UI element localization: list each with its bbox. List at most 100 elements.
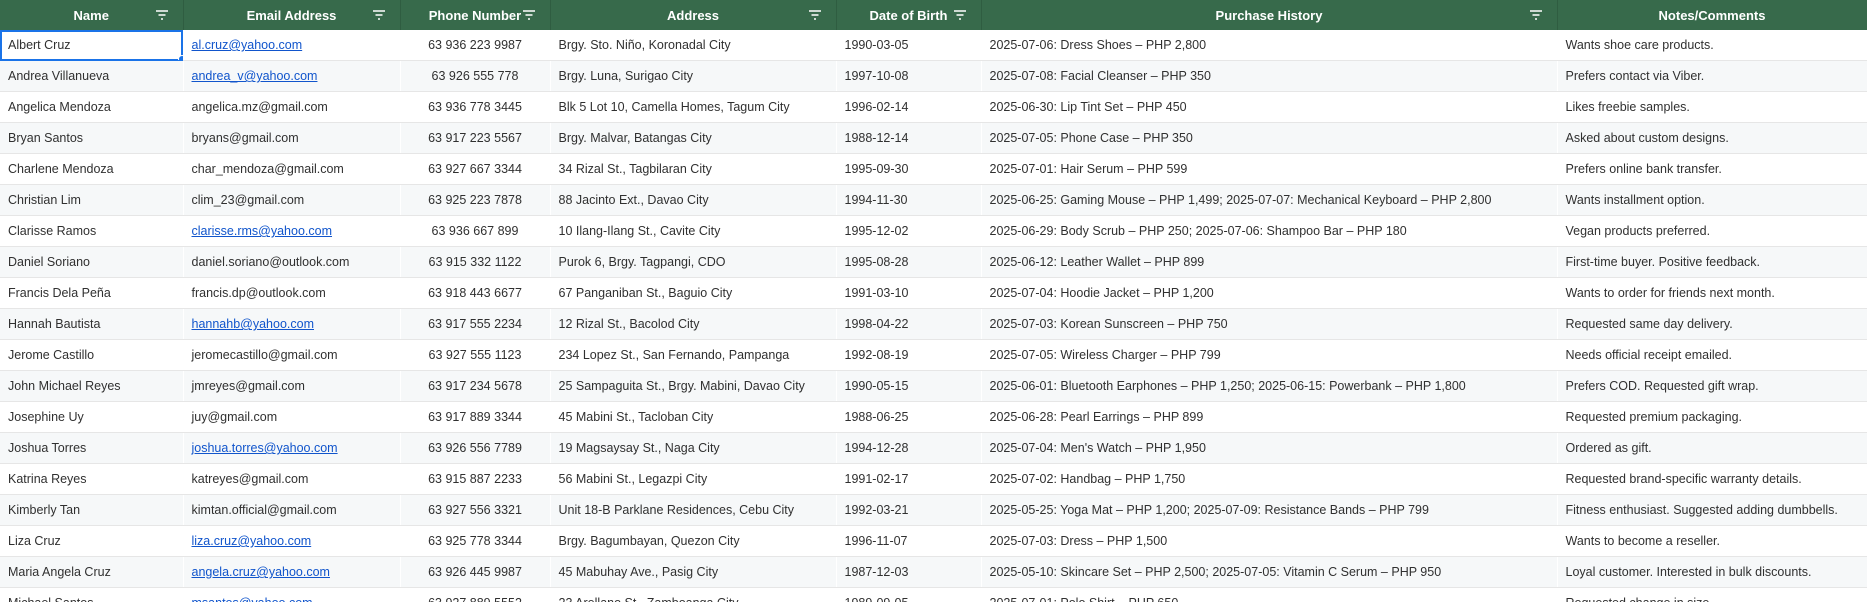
cell-notes[interactable]: Needs official receipt emailed. <box>1557 339 1867 371</box>
cell-name[interactable]: Michael Santos <box>0 587 183 602</box>
cell-name[interactable]: Clarisse Ramos <box>0 215 183 247</box>
cell-purchase-history[interactable]: 2025-05-25: Yoga Mat – PHP 1,200; 2025-0… <box>981 494 1557 526</box>
cell-name[interactable]: Andrea Villanueva <box>0 60 183 92</box>
cell-dob[interactable]: 1987-12-03 <box>836 556 981 588</box>
filter-icon[interactable] <box>522 10 536 20</box>
cell-name[interactable]: Liza Cruz <box>0 525 183 557</box>
cell-dob[interactable]: 1992-03-21 <box>836 494 981 526</box>
email-link[interactable]: clarisse.rms@yahoo.com <box>192 224 333 238</box>
cell-notes[interactable]: Requested premium packaging. <box>1557 401 1867 433</box>
cell-email[interactable]: angelica.mz@gmail.com <box>183 91 400 123</box>
cell-name[interactable]: John Michael Reyes <box>0 370 183 402</box>
cell-phone[interactable]: 63 927 889 5552 <box>400 587 550 602</box>
cell-phone[interactable]: 63 926 555 778 <box>400 60 550 92</box>
cell-phone[interactable]: 63 917 555 2234 <box>400 308 550 340</box>
cell-phone[interactable]: 63 936 667 899 <box>400 215 550 247</box>
cell-dob[interactable]: 1989-09-05 <box>836 587 981 602</box>
cell-address[interactable]: Brgy. Malvar, Batangas City <box>550 122 836 154</box>
column-header-address[interactable]: Address <box>550 0 837 30</box>
cell-dob[interactable]: 1990-03-05 <box>836 30 981 61</box>
cell-email[interactable]: juy@gmail.com <box>183 401 400 433</box>
cell-phone[interactable]: 63 927 555 1123 <box>400 339 550 371</box>
cell-dob[interactable]: 1996-02-14 <box>836 91 981 123</box>
filter-icon[interactable] <box>372 10 386 20</box>
filter-icon[interactable] <box>953 10 967 20</box>
cell-email[interactable]: kimtan.official@gmail.com <box>183 494 400 526</box>
cell-address[interactable]: 56 Mabini St., Legazpi City <box>550 463 836 495</box>
cell-dob[interactable]: 1994-12-28 <box>836 432 981 464</box>
cell-email[interactable]: liza.cruz@yahoo.com <box>183 525 400 557</box>
cell-notes[interactable]: Loyal customer. Interested in bulk disco… <box>1557 556 1867 588</box>
cell-address[interactable]: 12 Rizal St., Bacolod City <box>550 308 836 340</box>
cell-name[interactable]: Angelica Mendoza <box>0 91 183 123</box>
column-header-history[interactable]: Purchase History <box>981 0 1558 30</box>
cell-notes[interactable]: Vegan products preferred. <box>1557 215 1867 247</box>
cell-notes[interactable]: Ordered as gift. <box>1557 432 1867 464</box>
cell-address[interactable]: Brgy. Bagumbayan, Quezon City <box>550 525 836 557</box>
cell-dob[interactable]: 1991-02-17 <box>836 463 981 495</box>
cell-dob[interactable]: 1995-12-02 <box>836 215 981 247</box>
cell-notes[interactable]: Prefers contact via Viber. <box>1557 60 1867 92</box>
cell-email[interactable]: clim_23@gmail.com <box>183 184 400 216</box>
cell-purchase-history[interactable]: 2025-07-03: Dress – PHP 1,500 <box>981 525 1557 557</box>
cell-email[interactable]: francis.dp@outlook.com <box>183 277 400 309</box>
email-link[interactable]: liza.cruz@yahoo.com <box>192 534 312 548</box>
cell-purchase-history[interactable]: 2025-07-01: Polo Shirt – PHP 650 <box>981 587 1557 602</box>
cell-email[interactable]: msantos@yahoo.com <box>183 587 400 602</box>
cell-address[interactable]: 10 Ilang-Ilang St., Cavite City <box>550 215 836 247</box>
cell-purchase-history[interactable]: 2025-06-28: Pearl Earrings – PHP 899 <box>981 401 1557 433</box>
cell-phone[interactable]: 63 917 234 5678 <box>400 370 550 402</box>
cell-phone[interactable]: 63 927 667 3344 <box>400 153 550 185</box>
cell-address[interactable]: 23 Arellano St., Zamboanga City <box>550 587 836 602</box>
cell-purchase-history[interactable]: 2025-07-05: Phone Case – PHP 350 <box>981 122 1557 154</box>
cell-phone[interactable]: 63 915 332 1122 <box>400 246 550 278</box>
cell-purchase-history[interactable]: 2025-07-01: Hair Serum – PHP 599 <box>981 153 1557 185</box>
cell-email[interactable]: angela.cruz@yahoo.com <box>183 556 400 588</box>
cell-purchase-history[interactable]: 2025-06-30: Lip Tint Set – PHP 450 <box>981 91 1557 123</box>
cell-address[interactable]: 19 Magsaysay St., Naga City <box>550 432 836 464</box>
cell-address[interactable]: Purok 6, Brgy. Tagpangi, CDO <box>550 246 836 278</box>
cell-purchase-history[interactable]: 2025-07-06: Dress Shoes – PHP 2,800 <box>981 30 1557 61</box>
cell-notes[interactable]: Fitness enthusiast. Suggested adding dum… <box>1557 494 1867 526</box>
cell-email[interactable]: andrea_v@yahoo.com <box>183 60 400 92</box>
cell-name[interactable]: Daniel Soriano <box>0 246 183 278</box>
cell-notes[interactable]: Requested change in size. <box>1557 587 1867 602</box>
cell-name[interactable]: Albert Cruz <box>0 30 183 61</box>
cell-dob[interactable]: 1998-04-22 <box>836 308 981 340</box>
cell-email[interactable]: al.cruz@yahoo.com <box>183 30 400 61</box>
cell-phone[interactable]: 63 917 889 3344 <box>400 401 550 433</box>
cell-dob[interactable]: 1994-11-30 <box>836 184 981 216</box>
cell-name[interactable]: Katrina Reyes <box>0 463 183 495</box>
cell-notes[interactable]: Requested brand-specific warranty detail… <box>1557 463 1867 495</box>
cell-email[interactable]: jeromecastillo@gmail.com <box>183 339 400 371</box>
cell-purchase-history[interactable]: 2025-06-01: Bluetooth Earphones – PHP 1,… <box>981 370 1557 402</box>
cell-name[interactable]: Christian Lim <box>0 184 183 216</box>
cell-purchase-history[interactable]: 2025-07-02: Handbag – PHP 1,750 <box>981 463 1557 495</box>
cell-phone[interactable]: 63 926 445 9987 <box>400 556 550 588</box>
cell-name[interactable]: Joshua Torres <box>0 432 183 464</box>
cell-purchase-history[interactable]: 2025-07-04: Hoodie Jacket – PHP 1,200 <box>981 277 1557 309</box>
cell-phone[interactable]: 63 918 443 6677 <box>400 277 550 309</box>
cell-email[interactable]: bryans@gmail.com <box>183 122 400 154</box>
cell-dob[interactable]: 1992-08-19 <box>836 339 981 371</box>
filter-icon[interactable] <box>808 10 822 20</box>
cell-email[interactable]: hannahb@yahoo.com <box>183 308 400 340</box>
cell-notes[interactable]: Likes freebie samples. <box>1557 91 1867 123</box>
cell-address[interactable]: 25 Sampaguita St., Brgy. Mabini, Davao C… <box>550 370 836 402</box>
cell-name[interactable]: Charlene Mendoza <box>0 153 183 185</box>
cell-phone[interactable]: 63 936 778 3445 <box>400 91 550 123</box>
email-link[interactable]: angela.cruz@yahoo.com <box>192 565 330 579</box>
cell-email[interactable]: joshua.torres@yahoo.com <box>183 432 400 464</box>
cell-dob[interactable]: 1996-11-07 <box>836 525 981 557</box>
email-link[interactable]: msantos@yahoo.com <box>192 596 313 602</box>
cell-notes[interactable]: Wants shoe care products. <box>1557 30 1867 61</box>
cell-purchase-history[interactable]: 2025-07-05: Wireless Charger – PHP 799 <box>981 339 1557 371</box>
cell-address[interactable]: 234 Lopez St., San Fernando, Pampanga <box>550 339 836 371</box>
cell-phone[interactable]: 63 926 556 7789 <box>400 432 550 464</box>
fill-handle[interactable] <box>177 55 182 60</box>
cell-notes[interactable]: Prefers COD. Requested gift wrap. <box>1557 370 1867 402</box>
cell-address[interactable]: 88 Jacinto Ext., Davao City <box>550 184 836 216</box>
cell-phone[interactable]: 63 927 556 3321 <box>400 494 550 526</box>
cell-name[interactable]: Hannah Bautista <box>0 308 183 340</box>
cell-address[interactable]: 34 Rizal St., Tagbilaran City <box>550 153 836 185</box>
